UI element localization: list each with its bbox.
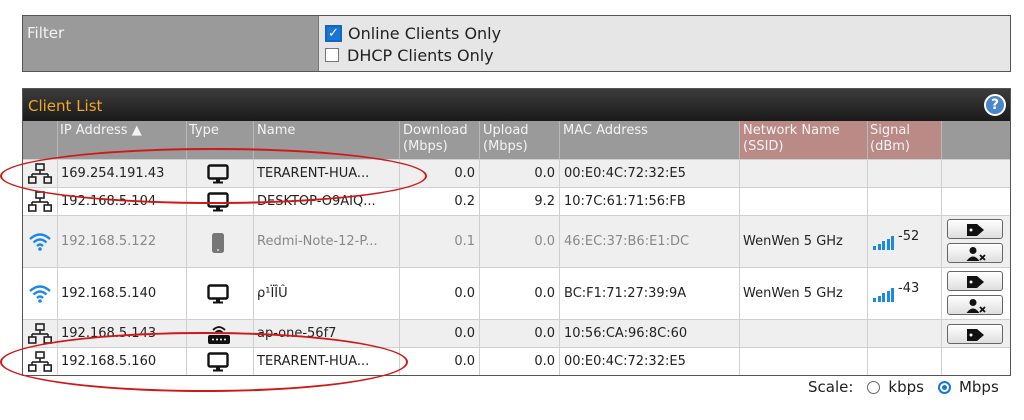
upload-cell: 0.0 (534, 233, 555, 249)
mac-address-cell: 10:7C:61:71:56:FB (564, 193, 686, 209)
name-cell: Redmi-Note-12-P... (257, 233, 378, 249)
signal-value: -52 (898, 228, 920, 244)
ip-address-cell: 192.168.5.140 (61, 285, 157, 301)
mbps-label: Mbps (958, 378, 999, 396)
kbps-radio[interactable] (867, 380, 881, 394)
col-type[interactable]: Type (189, 123, 219, 139)
col-network-name[interactable]: Network Name (SSID) (743, 123, 840, 155)
download-cell: 0.1 (454, 233, 475, 249)
dhcp-clients-checkbox[interactable]: DHCP Clients Only (325, 44, 1010, 66)
mac-address-cell: 00:E0:4C:72:32:E5 (564, 165, 686, 181)
checkbox-unchecked-icon[interactable] (325, 48, 339, 62)
phone-icon (211, 232, 225, 258)
tag-client-button[interactable] (947, 323, 1003, 344)
tag-icon (967, 224, 984, 236)
upload-cell: 9.2 (534, 193, 555, 209)
col-download-unit: (Mbps) (403, 139, 448, 154)
mac-address-cell: 10:56:CA:96:8C:60 (564, 325, 688, 341)
block-client-button[interactable] (947, 295, 1003, 315)
col-network-label: Network Name (743, 123, 840, 138)
upload-cell: 0.0 (534, 353, 555, 369)
filter-label: Filter (23, 16, 319, 71)
block-user-icon (966, 247, 986, 261)
col-network-unit: (SSID) (743, 139, 784, 154)
block-client-button[interactable] (947, 243, 1003, 263)
upload-cell: 0.0 (534, 165, 555, 181)
online-clients-label: Online Clients Only (348, 23, 502, 43)
name-cell: ρ¹ÏÎÛ (257, 285, 288, 301)
download-cell: 0.2 (454, 193, 475, 209)
mbps-radio[interactable] (937, 380, 951, 394)
mac-address-cell: BC:F1:71:27:39:9A (564, 285, 687, 301)
signal-bars-icon (873, 235, 895, 250)
col-upload-label: Upload (483, 123, 529, 138)
col-name[interactable]: Name (257, 123, 295, 139)
block-user-icon (966, 299, 986, 313)
signal-bars-icon (873, 287, 895, 302)
client-list-title: Client List (28, 97, 103, 115)
kbps-label: kbps (888, 378, 924, 396)
lan-icon (28, 322, 53, 345)
filter-options: ✓ Online Clients Only DHCP Clients Only (319, 16, 1010, 71)
mac-address-cell: 46:EC:37:B6:E1:DC (564, 233, 690, 249)
annotation-ellipse (0, 332, 408, 392)
table-row[interactable]: 192.168.5.122 Redmi-Note-12-P... 0.1 0.0 46:… (23, 215, 1010, 267)
mac-address-cell: 00:E0:4C:72:32:E5 (564, 353, 686, 369)
ip-address-cell: 192.168.5.122 (61, 233, 157, 249)
upload-cell: 0.0 (534, 285, 555, 301)
question-icon[interactable]: ? (984, 94, 1006, 116)
scale-selector: Scale: kbps Mbps (808, 378, 999, 396)
col-signal[interactable]: Signal (dBm) (870, 123, 910, 155)
download-cell: 0.0 (454, 325, 475, 341)
col-ip-address[interactable]: IP Address ▲ (60, 123, 142, 139)
upload-cell: 0.0 (534, 325, 555, 341)
client-list-header: Client List ? (23, 89, 1010, 121)
ssid-cell: WenWen 5 GHz (743, 233, 843, 249)
table-row[interactable]: 192.168.5.140 ρ¹ÏÎÛ 0.0 0.0 BC:F1:71:27:39:9… (23, 267, 1010, 319)
wifi-icon (28, 284, 52, 304)
wifi-icon (28, 232, 52, 252)
annotation-ellipse (0, 148, 427, 204)
col-download[interactable]: Download (Mbps) (403, 123, 468, 155)
dhcp-clients-label: DHCP Clients Only (347, 45, 494, 65)
download-cell: 0.0 (454, 285, 475, 301)
tag-client-button[interactable] (947, 219, 1003, 239)
col-download-label: Download (403, 123, 468, 138)
col-signal-unit: (dBm) (870, 139, 910, 154)
col-mac-address[interactable]: MAC Address (563, 123, 648, 139)
tag-icon (967, 328, 984, 341)
col-upload[interactable]: Upload (Mbps) (483, 123, 529, 155)
col-signal-label: Signal (870, 123, 910, 138)
scale-label: Scale: (808, 378, 854, 396)
online-clients-checkbox[interactable]: ✓ Online Clients Only (325, 22, 1010, 44)
desktop-icon (207, 283, 229, 308)
filter-panel: Filter ✓ Online Clients Only DHCP Client… (22, 15, 1011, 72)
checkbox-checked-icon[interactable]: ✓ (325, 24, 342, 42)
signal-value: -43 (898, 280, 920, 296)
download-cell: 0.0 (454, 353, 475, 369)
tag-icon (967, 276, 984, 288)
tag-client-button[interactable] (947, 271, 1003, 291)
ssid-cell: WenWen 5 GHz (743, 285, 843, 301)
col-upload-unit: (Mbps) (483, 139, 528, 154)
